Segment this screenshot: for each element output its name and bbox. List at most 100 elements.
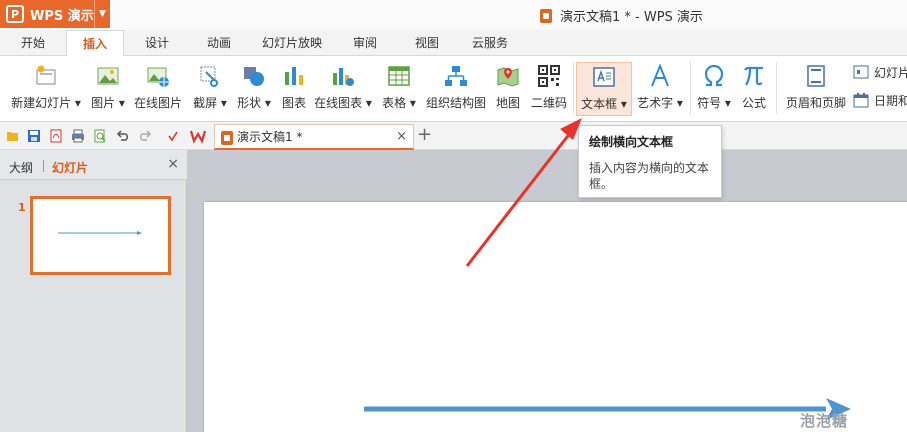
- quick-access-toolbar: 演示文稿1 * × +: [0, 122, 907, 150]
- window-title: 演示文稿1 * - WPS 演示: [540, 6, 703, 25]
- textbox-icon: [593, 67, 615, 87]
- picture-button[interactable]: 图片 ▾: [88, 62, 128, 116]
- watermark-logo: 泡泡糖 ppt.cn: [800, 412, 859, 432]
- chart-button[interactable]: 图表: [278, 62, 310, 116]
- document-tab[interactable]: 演示文稿1 * ×: [214, 124, 414, 150]
- formula-button[interactable]: 公式: [736, 62, 772, 116]
- document-tab-label: 演示文稿1 *: [237, 130, 303, 144]
- save-icon[interactable]: [27, 129, 41, 143]
- shapes-icon: [244, 67, 264, 86]
- close-panel-button[interactable]: ×: [167, 156, 179, 172]
- tab-review[interactable]: 审阅: [340, 30, 390, 56]
- map-label: 地图: [495, 96, 520, 110]
- pi-icon: [744, 66, 763, 86]
- table-button[interactable]: 表格 ▾: [378, 62, 420, 116]
- qr-code-icon: [538, 65, 560, 87]
- qr-code-label: 二维码: [530, 96, 567, 110]
- tab-view[interactable]: 视图: [402, 30, 452, 56]
- ribbon-tabs: 开始 插入 设计 动画 幻灯片放映 审阅 视图 云服务: [0, 30, 907, 56]
- tab-animation[interactable]: 动画: [194, 30, 244, 56]
- textbox-label: 文本框 ▾: [581, 97, 627, 111]
- wordart-label: 艺术字 ▾: [637, 96, 683, 110]
- undo-icon[interactable]: [116, 129, 130, 143]
- window-title-text: 演示文稿1 * - WPS 演示: [560, 10, 703, 25]
- symbol-label: 符号 ▾: [697, 96, 731, 110]
- table-label: 表格 ▾: [382, 96, 416, 110]
- textbox-tooltip: 绘制横向文本框 插入内容为横向的文本框。: [578, 125, 722, 198]
- ribbon-separator: [776, 62, 777, 114]
- customize-toolbar-icon[interactable]: [166, 129, 180, 143]
- wps-logo-icon: P: [6, 5, 24, 23]
- new-tab-button[interactable]: +: [417, 124, 432, 145]
- tab-cloud-service[interactable]: 云服务: [462, 30, 518, 56]
- tooltip-description: 插入内容为横向的文本框。: [589, 161, 710, 191]
- presentation-file-icon: [540, 8, 552, 23]
- bar-chart-icon: [285, 67, 303, 85]
- map-button[interactable]: 地图: [492, 62, 524, 116]
- ribbon-separator: [690, 62, 691, 114]
- online-picture-icon: [147, 67, 169, 87]
- textbox-button[interactable]: 文本框 ▾: [576, 62, 632, 116]
- wps-home-icon[interactable]: [190, 128, 206, 144]
- org-chart-button[interactable]: 组织结构图: [424, 62, 488, 116]
- insert-ribbon: 新建幻灯片 ▾ 图片 ▾ 在线图片 截屏 ▾ 形状 ▾ 图表 在线图表 ▾ 表格…: [0, 56, 907, 122]
- tooltip-title: 绘制横向文本框: [589, 135, 674, 149]
- wordart-icon: [651, 64, 669, 87]
- header-footer-label: 页眉和页脚: [785, 96, 846, 110]
- tab-design[interactable]: 设计: [132, 30, 182, 56]
- picture-label: 图片 ▾: [91, 96, 125, 110]
- org-chart-icon: [445, 66, 467, 86]
- tab-outline[interactable]: 大纲: [9, 159, 33, 176]
- org-chart-label: 组织结构图: [425, 96, 486, 110]
- slide-thumbnail[interactable]: [30, 196, 171, 275]
- app-name: WPS 演示: [30, 8, 94, 24]
- new-slide-icon: [36, 65, 56, 85]
- presentation-doc-icon: [221, 131, 233, 145]
- shape-button[interactable]: 形状 ▾: [234, 62, 274, 116]
- symbol-button[interactable]: 符号 ▾: [694, 62, 734, 116]
- screenshot-label: 截屏 ▾: [193, 96, 227, 110]
- header-footer-icon: [807, 65, 825, 87]
- close-tab-button[interactable]: ×: [396, 129, 407, 144]
- slides-panel: 大纲 幻灯片 × 1: [0, 150, 187, 432]
- date-time-button[interactable]: 日期和: [853, 90, 907, 110]
- qr-code-button[interactable]: 二维码: [528, 62, 570, 116]
- online-chart-icon: [333, 68, 354, 86]
- tab-insert[interactable]: 插入: [66, 30, 124, 56]
- slide-number-button[interactable]: 幻灯片: [853, 62, 907, 82]
- open-folder-icon[interactable]: [6, 129, 20, 143]
- print-icon[interactable]: [71, 129, 85, 143]
- map-icon: [497, 67, 519, 87]
- slide-editor[interactable]: [204, 202, 907, 432]
- picture-icon: [97, 67, 119, 85]
- chart-label: 图表: [281, 96, 306, 110]
- header-footer-button[interactable]: 页眉和页脚: [782, 62, 850, 116]
- print-preview-icon[interactable]: [93, 129, 107, 143]
- thumbnail-arrow: [58, 231, 142, 235]
- online-picture-label: 在线图片: [133, 96, 182, 110]
- online-chart-button[interactable]: 在线图表 ▾: [312, 62, 374, 116]
- slide-canvas: [188, 150, 907, 432]
- slide-number-icon: [853, 65, 869, 79]
- tab-home[interactable]: 开始: [8, 30, 58, 56]
- slide-number-label: 幻灯片: [874, 65, 907, 80]
- redo-icon[interactable]: [138, 129, 152, 143]
- formula-label: 公式: [741, 96, 766, 110]
- new-slide-label: 新建幻灯片 ▾: [11, 96, 81, 110]
- title-bar: P WPS 演示 ▼ 演示文稿1 * - WPS 演示: [0, 0, 907, 30]
- table-icon: [388, 66, 410, 86]
- screenshot-button[interactable]: 截屏 ▾: [190, 62, 230, 116]
- tab-slides[interactable]: 幻灯片: [52, 159, 88, 176]
- wordart-button[interactable]: 艺术字 ▾: [634, 62, 686, 116]
- calendar-icon: [853, 93, 869, 108]
- app-menu-dropdown[interactable]: ▼: [94, 0, 110, 28]
- online-picture-button[interactable]: 在线图片: [132, 62, 184, 116]
- ribbon-separator: [573, 62, 574, 114]
- panel-tab-divider: [43, 160, 44, 172]
- app-menu-button[interactable]: P WPS 演示 ▼: [0, 0, 110, 28]
- new-slide-button[interactable]: 新建幻灯片 ▾: [6, 62, 86, 116]
- slide-number: 1: [18, 201, 26, 214]
- tab-slideshow[interactable]: 幻灯片放映: [254, 30, 330, 56]
- omega-icon: [704, 64, 724, 87]
- export-pdf-icon[interactable]: [49, 129, 63, 143]
